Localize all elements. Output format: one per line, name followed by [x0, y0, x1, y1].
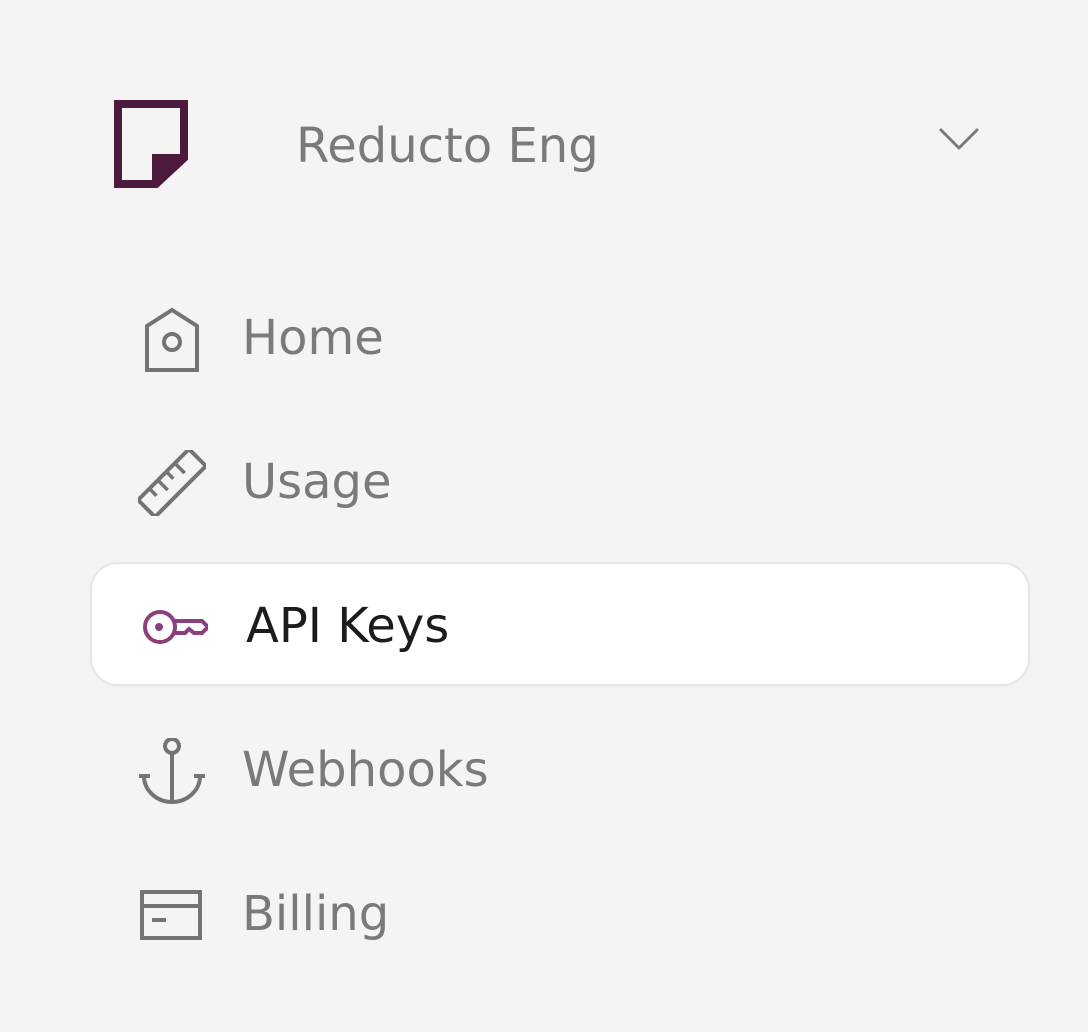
sidebar-item-label: Webhooks: [242, 742, 489, 798]
org-name: Reducto Eng: [296, 118, 599, 174]
home-icon: [145, 307, 199, 372]
sidebar: Reducto Eng Home Usage API Keys Webhooks…: [0, 0, 1088, 1032]
ruler-icon: [138, 450, 206, 516]
chevron-down-icon[interactable]: [938, 126, 980, 152]
sidebar-item-billing[interactable]: Billing: [90, 852, 1030, 976]
sidebar-item-label: Billing: [242, 886, 390, 942]
sidebar-item-label: Usage: [242, 454, 392, 510]
reducto-logo-icon: [114, 100, 188, 188]
anchor-icon: [139, 738, 205, 804]
sidebar-item-api-keys[interactable]: API Keys: [90, 562, 1030, 686]
billing-card-icon: [140, 890, 202, 940]
sidebar-item-webhooks[interactable]: Webhooks: [90, 708, 1030, 832]
sidebar-item-home[interactable]: Home: [90, 276, 1030, 400]
sidebar-item-label: API Keys: [246, 598, 450, 654]
org-switcher[interactable]: Reducto Eng: [90, 88, 1030, 204]
key-icon: [143, 610, 208, 644]
sidebar-item-label: Home: [242, 310, 384, 366]
sidebar-item-usage[interactable]: Usage: [90, 420, 1030, 544]
